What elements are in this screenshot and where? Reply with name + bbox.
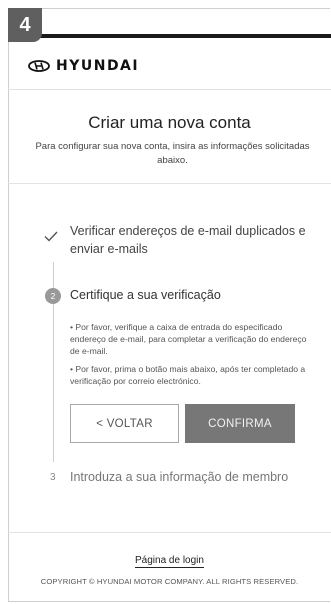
step-2-instruction-2: • Por favor, prima o botão mais abaixo, …	[70, 364, 306, 387]
step-3-number: 3	[50, 472, 56, 483]
checkmark-icon	[44, 229, 58, 247]
hyundai-logo-icon	[28, 60, 50, 72]
step-2-instruction-1: • Por favor, verifique a caixa de entrad…	[70, 322, 307, 357]
step-number-badge: 4	[8, 8, 42, 42]
step-2-number: 2	[45, 288, 61, 304]
step-1-label: Verificar endereços de e-mail duplicados…	[70, 224, 306, 256]
copyright-text: COPYRIGHT © HYUNDAI MOTOR COMPANY. ALL R…	[40, 577, 299, 586]
footer-login: Página de login	[8, 555, 331, 568]
header: HYUNDAI	[8, 38, 331, 90]
divider	[8, 183, 331, 184]
step-2-label: Certifique a sua verificação	[70, 288, 221, 302]
login-page-link[interactable]: Página de login	[135, 555, 204, 568]
divider	[8, 532, 331, 533]
back-button[interactable]: < VOLTAR	[70, 404, 179, 443]
step-3-label: Introduza a sua informação de membro	[70, 470, 289, 484]
confirm-button[interactable]: CONFIRMA	[185, 404, 295, 443]
page-subtitle: Para configurar sua nova conta, insira a…	[35, 141, 310, 166]
brand-logo[interactable]: HYUNDAI	[28, 58, 139, 74]
page-frame	[8, 8, 330, 602]
brand-name: HYUNDAI	[56, 58, 140, 74]
page-title: Criar uma nova conta	[88, 113, 251, 132]
top-bar	[8, 34, 331, 38]
